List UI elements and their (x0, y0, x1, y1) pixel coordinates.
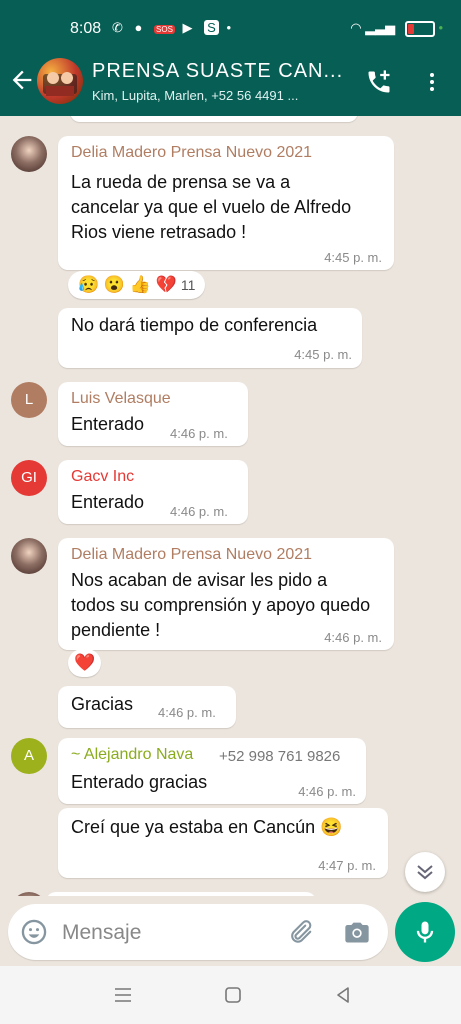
sender-avatar[interactable]: A (11, 738, 47, 774)
message-bubble[interactable]: Gracias 4:46 p. m. (58, 686, 236, 728)
message-reactions[interactable]: ❤️ (68, 649, 102, 677)
group-title[interactable]: PRENSA SUASTE CAN... (92, 60, 354, 83)
message-sender[interactable]: Delia Madero Prensa Nuevo 2021 (71, 144, 312, 162)
group-members[interactable]: Kim, Lupita, Marlen, +52 56 4491 ... (92, 88, 354, 103)
sender-avatar[interactable] (11, 538, 47, 574)
attach-icon[interactable] (286, 918, 314, 946)
message-text: Enterado (71, 492, 145, 512)
message-time: 4:46 p. m. (298, 784, 356, 799)
battery-icon (404, 20, 435, 37)
message-bubble[interactable]: No dará tiempo de conferencia 4:45 p. m. (58, 308, 362, 368)
message-bubble-partial (70, 116, 358, 122)
reaction-emojis: 😥 😮 👍 💔 (78, 275, 177, 294)
wifi-icon: ◠ (350, 20, 362, 35)
heart-reaction-icon: ❤️ (74, 653, 96, 672)
message-time: 4:46 p. m. (324, 630, 382, 645)
sender-avatar[interactable]: L (11, 382, 47, 418)
chat-header: PRENSA SUASTE CAN... Kim, Lupita, Marlen… (0, 56, 461, 116)
status-time: 8:08 (70, 20, 102, 37)
message-bubble[interactable]: Delia Madero Prensa Nuevo 2021 La rueda … (58, 136, 394, 270)
message-bubble-partial (46, 892, 316, 896)
message-sender[interactable]: Gacv Inc (71, 468, 134, 486)
message-text: Gracias (71, 694, 134, 714)
message-bubble[interactable]: Delia Madero Prensa Nuevo 2021 Nos acaba… (58, 538, 394, 650)
status-bar: 8:08 ✆ ● SOS ▶ S • ◠ ▂▃▅ • (0, 0, 461, 56)
message-bubble[interactable]: ~ Alejandro Nava +52 998 761 9826 Entera… (58, 738, 366, 804)
message-text: Enterado (71, 414, 145, 434)
phone-icon: ✆ (112, 20, 127, 35)
message-text: La rueda de prensa se va a cancelar ya q… (71, 172, 352, 242)
sender-phone: +52 998 761 9826 (219, 748, 341, 765)
more-options-icon[interactable] (420, 68, 444, 96)
message-reactions[interactable]: 😥 😮 👍 💔 11 (68, 271, 206, 299)
microphone-icon (416, 921, 434, 943)
dot-icon: • (438, 20, 443, 35)
message-input[interactable] (60, 918, 264, 948)
s-app-icon: S (204, 20, 219, 35)
voice-message-button[interactable] (395, 902, 455, 962)
recent-apps-icon[interactable] (112, 984, 134, 1006)
message-time: 4:46 p. m. (170, 426, 228, 441)
reaction-count: 11 (180, 277, 196, 293)
message-text: Enterado gracias (71, 772, 208, 792)
youtube-icon: ▶ (182, 20, 197, 35)
message-bubble[interactable]: Creí que ya estaba en Cancún 😆 4:47 p. m… (58, 808, 388, 878)
sos-icon: SOS (154, 25, 175, 34)
message-time: 4:46 p. m. (170, 504, 228, 519)
message-sender[interactable]: ~ Alejandro Nava (71, 746, 193, 764)
scroll-to-bottom-button[interactable] (405, 852, 445, 892)
message-bubble[interactable]: Gacv Inc Enterado 4:46 p. m. (58, 460, 248, 524)
home-icon[interactable] (222, 984, 244, 1006)
message-sender[interactable]: Luis Velasque (71, 390, 171, 408)
message-time: 4:45 p. m. (294, 347, 352, 362)
system-nav-bar (0, 966, 461, 1024)
sender-avatar[interactable]: GI (11, 460, 47, 496)
emoji-icon[interactable] (20, 918, 48, 946)
message-time: 4:47 p. m. (318, 858, 376, 873)
message-sender[interactable]: Delia Madero Prensa Nuevo 2021 (71, 546, 312, 564)
chat-icon: ● (134, 20, 147, 35)
status-notification-icons: ✆ ● SOS ▶ S • (112, 20, 235, 36)
back-nav-icon[interactable] (332, 984, 354, 1006)
dot-icon: • (226, 20, 236, 35)
message-bubble[interactable]: Luis Velasque Enterado 4:46 p. m. (58, 382, 248, 446)
message-time: 4:45 p. m. (324, 250, 382, 265)
sender-avatar (11, 892, 47, 896)
message-composer (8, 904, 388, 960)
group-avatar[interactable] (37, 58, 83, 104)
message-text: Creí que ya estaba en Cancún 😆 (71, 817, 343, 837)
add-call-icon[interactable] (365, 68, 393, 96)
sender-avatar[interactable] (11, 136, 47, 172)
double-chevron-down-icon (417, 865, 433, 880)
camera-icon[interactable] (343, 918, 371, 946)
chat-messages[interactable]: Delia Madero Prensa Nuevo 2021 La rueda … (0, 116, 461, 896)
status-right-icons: ◠ ▂▃▅ • (350, 20, 443, 37)
message-text: No dará tiempo de conferencia (71, 315, 318, 335)
signal-icon: ▂▃▅ (365, 20, 396, 35)
message-time: 4:46 p. m. (158, 705, 216, 720)
back-arrow-icon[interactable] (8, 66, 36, 94)
